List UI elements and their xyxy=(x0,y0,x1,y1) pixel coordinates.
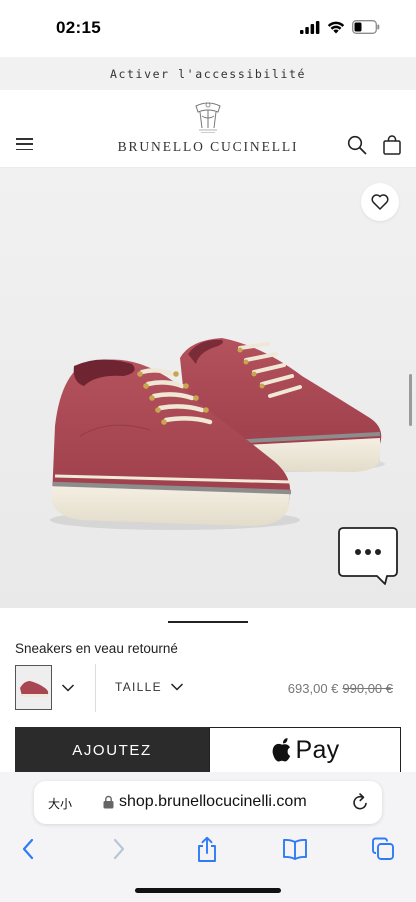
color-swatch[interactable] xyxy=(15,665,52,710)
chevron-down-icon[interactable] xyxy=(61,683,75,693)
reload-icon[interactable] xyxy=(351,792,369,812)
scroll-indicator xyxy=(409,374,412,426)
add-to-cart-label: AJOUTEZ xyxy=(72,741,152,759)
site-header: BRUNELLO CUCINELLI xyxy=(0,90,416,168)
share-button[interactable] xyxy=(192,835,222,863)
carousel-indicator xyxy=(168,621,248,623)
favorite-button[interactable] xyxy=(361,183,399,221)
divider xyxy=(95,664,96,712)
swatch-thumbnail xyxy=(16,666,51,709)
price-original: 990,00 € xyxy=(342,681,393,696)
url-text[interactable]: shop.brunellocucinelli.com xyxy=(119,793,307,811)
wifi-icon xyxy=(327,21,345,33)
share-icon xyxy=(198,836,216,862)
forward-button[interactable] xyxy=(104,835,134,863)
add-to-cart-button[interactable]: AJOUTEZ xyxy=(15,727,209,773)
status-time: 02:15 xyxy=(56,18,101,37)
address-bar[interactable]: 大小 shop.brunellocucinelli.com xyxy=(34,781,382,824)
text-size-button[interactable]: 大小 xyxy=(48,795,72,812)
price: 693,00 € 990,00 € xyxy=(288,681,393,696)
search-icon[interactable] xyxy=(347,135,367,155)
chevron-right-icon xyxy=(113,838,125,860)
logo-emblem[interactable] xyxy=(191,98,225,134)
signal-icon xyxy=(300,20,320,34)
accessibility-bar[interactable]: Activer l'accessibilité xyxy=(0,57,416,90)
tabs-button[interactable] xyxy=(368,835,398,863)
apple-pay-label: Pay xyxy=(295,735,340,764)
chat-icon[interactable] xyxy=(337,526,399,586)
chevron-down-icon xyxy=(170,683,183,691)
accessibility-label[interactable]: Activer l'accessibilité xyxy=(110,67,306,81)
heart-icon xyxy=(371,194,389,210)
apple-pay-button[interactable]: Pay xyxy=(209,727,401,773)
tabs-icon xyxy=(372,837,394,860)
book-icon xyxy=(283,838,307,860)
lock-icon xyxy=(103,795,114,809)
size-selector[interactable]: TAILLE xyxy=(115,680,184,694)
size-label: TAILLE xyxy=(115,680,162,694)
bookmarks-button[interactable] xyxy=(280,835,310,863)
apple-logo-icon xyxy=(272,738,290,762)
price-current: 693,00 € xyxy=(287,681,339,696)
chevron-left-icon xyxy=(22,838,34,860)
back-button[interactable] xyxy=(13,835,43,863)
shopping-bag-icon[interactable] xyxy=(383,135,401,155)
battery-icon xyxy=(352,20,380,34)
home-indicator xyxy=(135,888,281,893)
product-image[interactable] xyxy=(0,168,416,608)
product-name: Sneakers en veau retourné xyxy=(15,641,178,656)
status-bar: 02:15 xyxy=(0,0,416,57)
status-icons xyxy=(300,20,380,34)
